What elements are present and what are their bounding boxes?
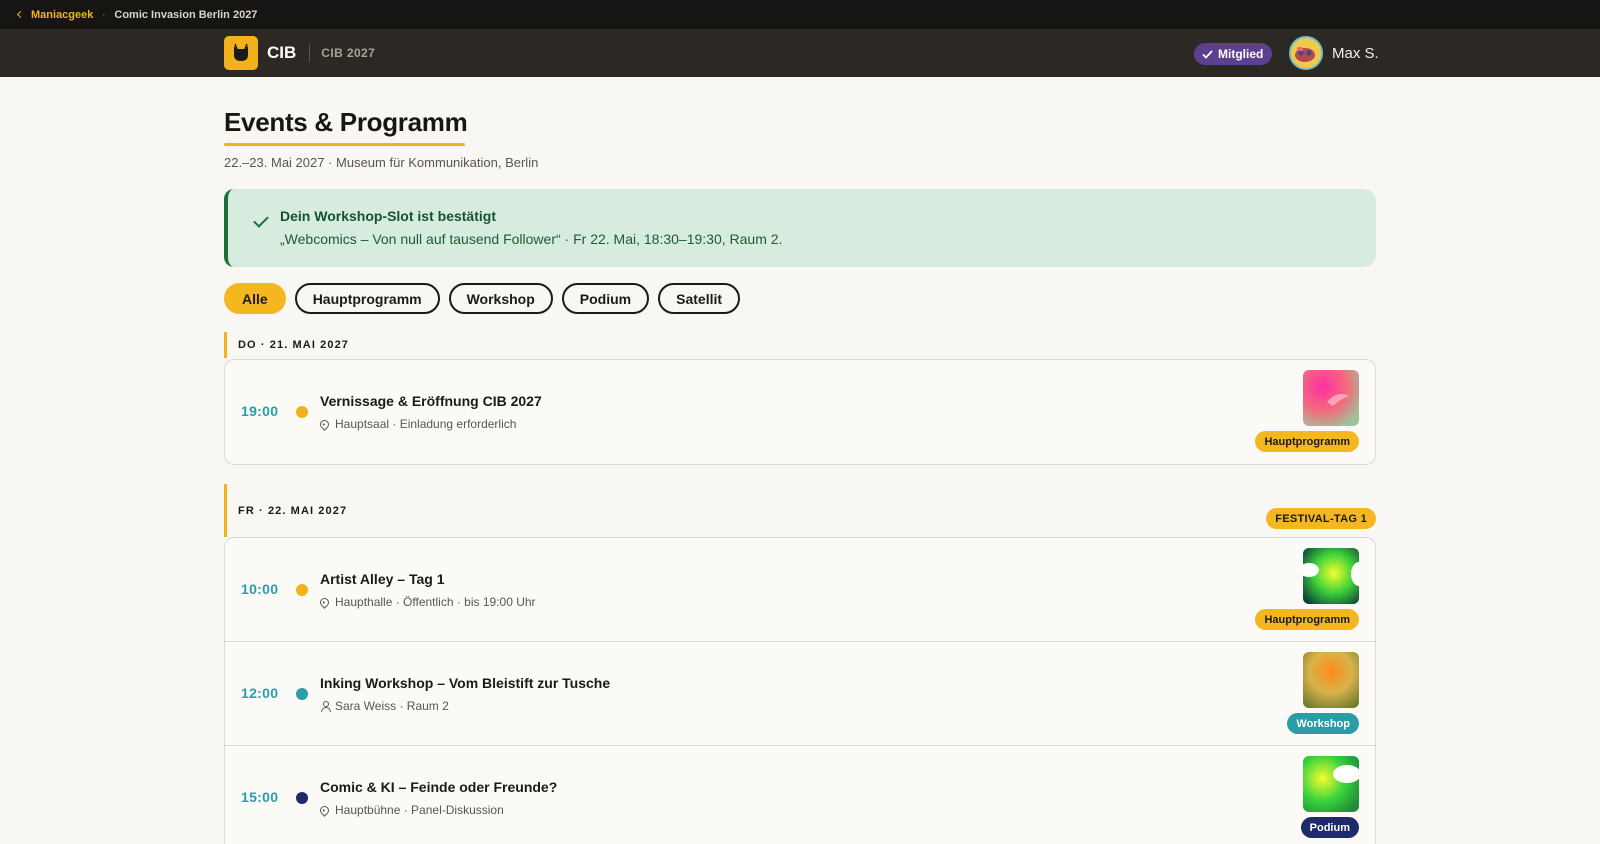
category-dot [296, 688, 308, 700]
person-icon [320, 701, 331, 712]
event-time: 19:00 [241, 403, 279, 419]
check-icon [1202, 49, 1213, 59]
back-link[interactable]: Maniacgeek [16, 8, 94, 21]
page-title: Events & Programm [224, 107, 468, 137]
category-tag[interactable]: Hauptprogramm [1255, 609, 1359, 630]
event-meta-text: Hauptsaal · Einladung erforderlich [335, 417, 517, 431]
location-pin-icon [318, 803, 331, 817]
notice-text: „Webcomics – Von null auf tausend Follow… [280, 231, 783, 247]
day-label: DO · 21. MAI 2027 [238, 339, 350, 351]
event-thumbnail [1303, 652, 1359, 708]
event-meta-text: Hauptbühne · Panel-Diskussion [335, 803, 504, 817]
brand[interactable]: CIB CIB 2027 [224, 36, 375, 70]
breadcrumb-separator: · [102, 9, 106, 20]
event-meta: Hauptsaal · Einladung erforderlich [318, 417, 517, 431]
location-pin-icon [318, 417, 331, 431]
chevron-left-icon [16, 10, 25, 19]
category-dot [296, 792, 308, 804]
breadcrumb-current: Comic Invasion Berlin 2027 [114, 8, 258, 21]
title-underline [224, 143, 465, 146]
filter-chip-workshop[interactable]: Workshop [448, 283, 553, 314]
day-header-thursday: DO · 21. MAI 2027 [224, 332, 349, 358]
event-meta-text: Sara Weiss · Raum 2 [335, 699, 449, 713]
event-title: Comic & KI – Feinde oder Freunde? [320, 779, 558, 795]
event-meta-text: Haupthalle · Öffentlich · bis 19:00 Uhr [335, 595, 536, 609]
confirmation-notice: Dein Workshop-Slot ist bestätigt „Webcom… [224, 189, 1376, 267]
event-title: Inking Workshop – Vom Bleistift zur Tusc… [320, 675, 611, 691]
category-tag[interactable]: Workshop [1287, 713, 1359, 734]
brand-name: CIB [267, 43, 297, 62]
event-thumbnail [1303, 370, 1359, 426]
day-events-friday: 10:00 Artist Alley – Tag 1 Haupthalle · … [224, 537, 1376, 844]
member-badge: Mitglied [1194, 43, 1273, 65]
day-header-friday: FR · 22. MAI 2027 [224, 484, 347, 537]
location-pin-icon [318, 595, 331, 609]
event-meta: Haupthalle · Öffentlich · bis 19:00 Uhr [318, 595, 536, 609]
event-time: 10:00 [241, 581, 279, 597]
event-title: Vernissage & Eröffnung CIB 2027 [320, 393, 542, 409]
filter-chip-alle[interactable]: Alle [224, 283, 286, 314]
avatar[interactable] [1289, 36, 1323, 70]
top-breadcrumb-bar: Maniacgeek · Comic Invasion Berlin 2027 [0, 0, 1600, 29]
cat-logo-icon [224, 36, 258, 70]
category-dot [296, 406, 308, 418]
festival-day-badge: FESTIVAL-TAG 1 [1266, 508, 1376, 529]
back-link-label: Maniacgeek [31, 8, 94, 21]
user-name[interactable]: Max S. [1332, 45, 1379, 62]
category-dot [296, 584, 308, 596]
filter-bar: Alle Hauptprogramm Workshop Podium Satel… [224, 283, 741, 314]
day-events-thursday: 19:00 Vernissage & Eröffnung CIB 2027 Ha… [224, 359, 1376, 465]
category-tag[interactable]: Hauptprogramm [1255, 431, 1359, 452]
event-time: 15:00 [241, 789, 279, 805]
day-label: FR · 22. MAI 2027 [238, 504, 348, 517]
category-tag[interactable]: Podium [1300, 817, 1359, 838]
event-time: 12:00 [241, 685, 279, 701]
event-row[interactable]: 19:00 Vernissage & Eröffnung CIB 2027 Ha… [225, 360, 1375, 464]
event-row[interactable]: 10:00 Artist Alley – Tag 1 Haupthalle · … [225, 538, 1375, 642]
app-header: CIB CIB 2027 Mitglied Max S. [0, 29, 1600, 77]
event-title: Artist Alley – Tag 1 [320, 571, 445, 587]
event-row[interactable]: 15:00 Comic & KI – Feinde oder Freunde? … [225, 746, 1375, 844]
filter-chip-hauptprogramm[interactable]: Hauptprogramm [294, 283, 440, 314]
notice-title: Dein Workshop-Slot ist bestätigt [280, 208, 496, 224]
event-meta: Hauptbühne · Panel-Diskussion [318, 803, 504, 817]
page-subtitle: 22.–23. Mai 2027 · Museum für Kommunikat… [224, 155, 539, 170]
event-thumbnail [1303, 756, 1359, 812]
event-meta: Sara Weiss · Raum 2 [320, 699, 449, 713]
event-thumbnail [1303, 548, 1359, 604]
member-badge-label: Mitglied [1218, 47, 1264, 61]
brand-subtitle: CIB 2027 [321, 46, 376, 60]
check-icon [253, 212, 269, 228]
brand-divider [309, 44, 311, 62]
event-row[interactable]: 12:00 Inking Workshop – Vom Bleistift zu… [225, 642, 1375, 746]
filter-chip-satellit[interactable]: Satellit [658, 283, 741, 314]
filter-chip-podium[interactable]: Podium [561, 283, 650, 314]
